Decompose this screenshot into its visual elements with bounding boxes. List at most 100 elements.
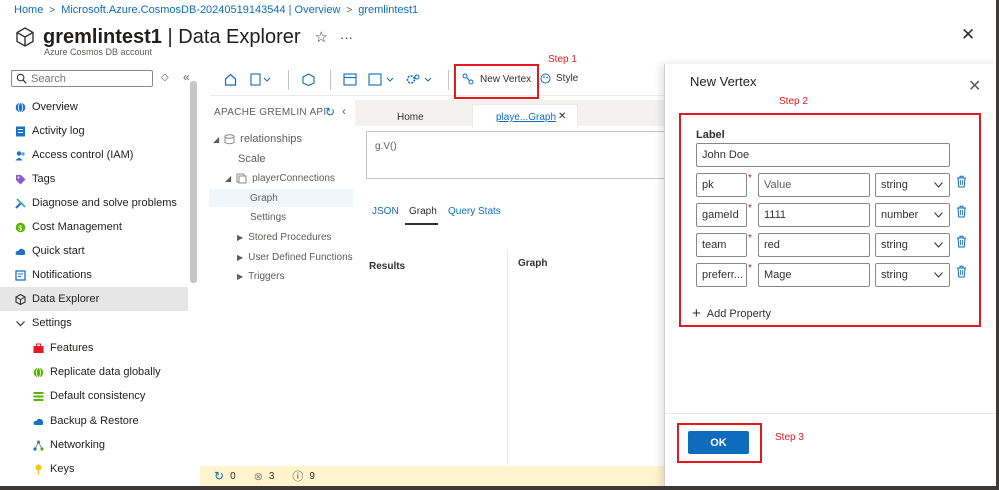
tree-graph-container[interactable]: ◢ playerConnections <box>225 173 335 184</box>
cosmos-shell-icon[interactable] <box>302 73 315 86</box>
tab-json[interactable]: JSON <box>372 206 399 217</box>
tree-graph[interactable]: Graph <box>209 189 353 207</box>
tree-graph-label: Graph <box>250 192 278 204</box>
status-count-a: 0 <box>230 470 236 482</box>
filter-icon[interactable]: ◇ <box>161 72 169 83</box>
info-icon[interactable]: ⓘ <box>292 468 303 484</box>
sidebar-item-label: Features <box>50 342 94 354</box>
breadcrumb-home[interactable]: Home <box>14 4 43 16</box>
tree-udfs-label: User Defined Functions <box>248 252 353 263</box>
sidebar-item-label: Activity log <box>32 125 85 137</box>
caret-down-icon: ◢ <box>213 134 220 144</box>
tree-udfs[interactable]: ▶ User Defined Functions <box>237 252 353 263</box>
step3-label: Step 3 <box>775 432 804 443</box>
tree-database[interactable]: ◢ relationships <box>213 133 302 145</box>
step2-highlight <box>679 113 981 327</box>
sidebar-item-label: Notifications <box>32 269 92 281</box>
status-count-b: 3 <box>268 470 275 482</box>
tab-result-graph[interactable]: Graph <box>409 206 437 217</box>
backup-icon <box>33 416 44 427</box>
svg-text:$: $ <box>18 225 22 232</box>
tab-query-stats[interactable]: Query Stats <box>448 206 501 217</box>
tree-database-label: relationships <box>240 133 302 145</box>
sync-icon[interactable]: ↻ <box>214 469 224 483</box>
toolbar-divider <box>288 70 289 90</box>
sidebar-item-label: Default consistency <box>50 390 146 402</box>
breadcrumb-resource[interactable]: gremlintest1 <box>358 4 418 16</box>
chevron-down-icon <box>15 318 26 329</box>
sidebar-item-default-consistency[interactable]: Default consistency <box>0 384 188 408</box>
sidebar-item-settings[interactable]: Settings <box>0 311 188 335</box>
tab-home[interactable]: Home <box>397 112 424 123</box>
database-icon <box>224 133 235 145</box>
status-bar: ↻ 0 ⊗ 3 ⓘ 9 <box>200 466 664 486</box>
sidebar-item-access-control[interactable]: Access control (IAM) <box>0 143 188 167</box>
style-button[interactable]: Style <box>540 73 578 84</box>
more-options-button[interactable]: ··· <box>340 30 353 45</box>
log-icon <box>15 126 26 137</box>
error-icon[interactable]: ⊗ <box>254 470 263 483</box>
panel-close-button[interactable]: ✕ <box>968 76 981 96</box>
settings-gear-icon[interactable] <box>406 73 434 86</box>
sidebar-item-label: Data Explorer <box>32 293 100 305</box>
collapse-tree-icon[interactable]: ‹ <box>342 104 346 118</box>
window-bottom-edge <box>0 486 999 490</box>
refresh-icon[interactable]: ↻ <box>325 105 335 119</box>
collapse-sidebar-icon[interactable]: « <box>183 70 190 84</box>
style-label: Style <box>556 73 579 84</box>
tree-triggers[interactable]: ▶ Triggers <box>237 271 284 282</box>
sidebar-item-tags[interactable]: Tags <box>0 167 188 191</box>
tab-graph[interactable]: playe...Graph <box>496 112 556 123</box>
panel-footer-divider <box>665 413 999 414</box>
network-icon <box>33 439 44 451</box>
sidebar-item-diagnose[interactable]: Diagnose and solve problems <box>0 191 188 215</box>
toolbox-icon <box>33 343 44 354</box>
globe-icon <box>15 101 26 113</box>
page-title: gremlintest1 | Data Explorer <box>43 26 301 49</box>
home-icon[interactable] <box>224 73 237 86</box>
sidebar-item-activity-log[interactable]: Activity log <box>0 119 188 143</box>
people-icon <box>15 150 26 161</box>
sidebar-item-cost-management[interactable]: $ Cost Management <box>0 215 188 239</box>
new-document-icon[interactable] <box>250 73 272 86</box>
sidebar-item-label: Diagnose and solve problems <box>32 197 177 209</box>
sidebar-item-data-explorer[interactable]: Data Explorer <box>0 287 188 311</box>
sidebar-search[interactable] <box>11 70 153 87</box>
open-query-icon[interactable] <box>368 73 396 86</box>
close-blade-button[interactable]: ✕ <box>961 25 975 45</box>
search-icon <box>16 73 27 84</box>
tree-scale[interactable]: Scale <box>238 153 266 165</box>
tab-close-icon[interactable]: ✕ <box>558 111 566 122</box>
sidebar-item-backup-restore[interactable]: Backup & Restore <box>0 409 188 433</box>
step1-highlight <box>454 64 539 99</box>
sidebar-item-quick-start[interactable]: Quick start <box>0 239 188 263</box>
graph-heading: Graph <box>518 258 548 269</box>
sidebar-item-label: Keys <box>50 463 75 475</box>
status-count-c: 9 <box>309 470 315 482</box>
sidebar-item-features[interactable]: Features <box>0 336 188 360</box>
tree-scale-label: Scale <box>238 153 266 165</box>
sidebar-item-keys[interactable]: Keys <box>0 457 188 481</box>
sidebar-item-notifications[interactable]: Notifications <box>0 263 188 287</box>
query-text: g.V() <box>375 141 397 152</box>
sidebar-item-label: Overview <box>32 101 78 113</box>
sidebar-item-replicate-data[interactable]: Replicate data globally <box>0 360 188 384</box>
cloud-icon <box>15 246 26 257</box>
notification-icon <box>15 269 26 281</box>
sidebar-item-overview[interactable]: Overview <box>0 95 188 119</box>
search-input[interactable] <box>31 72 141 85</box>
page-title-section: | Data Explorer <box>161 25 301 48</box>
breadcrumb-account[interactable]: Microsoft.Azure.CosmosDB-20240519143544 … <box>61 4 340 16</box>
sidebar-item-networking[interactable]: Networking <box>0 433 188 457</box>
breadcrumb: Home > Microsoft.Azure.CosmosDB-20240519… <box>14 3 418 17</box>
active-tab-indicator <box>405 223 438 225</box>
sidebar-scrollbar[interactable] <box>190 81 197 283</box>
new-table-icon[interactable] <box>343 73 357 86</box>
star-icon[interactable]: ☆ <box>315 28 328 46</box>
gremlin-query-editor[interactable]: g.V() <box>366 131 666 179</box>
sidebar-item-label: Backup & Restore <box>50 415 139 427</box>
sidebar-item-label: Quick start <box>32 245 85 257</box>
tree-stored-procedures[interactable]: ▶ Stored Procedures <box>237 232 332 243</box>
tree-settings[interactable]: Settings <box>250 212 286 223</box>
results-heading: Results <box>369 261 406 272</box>
